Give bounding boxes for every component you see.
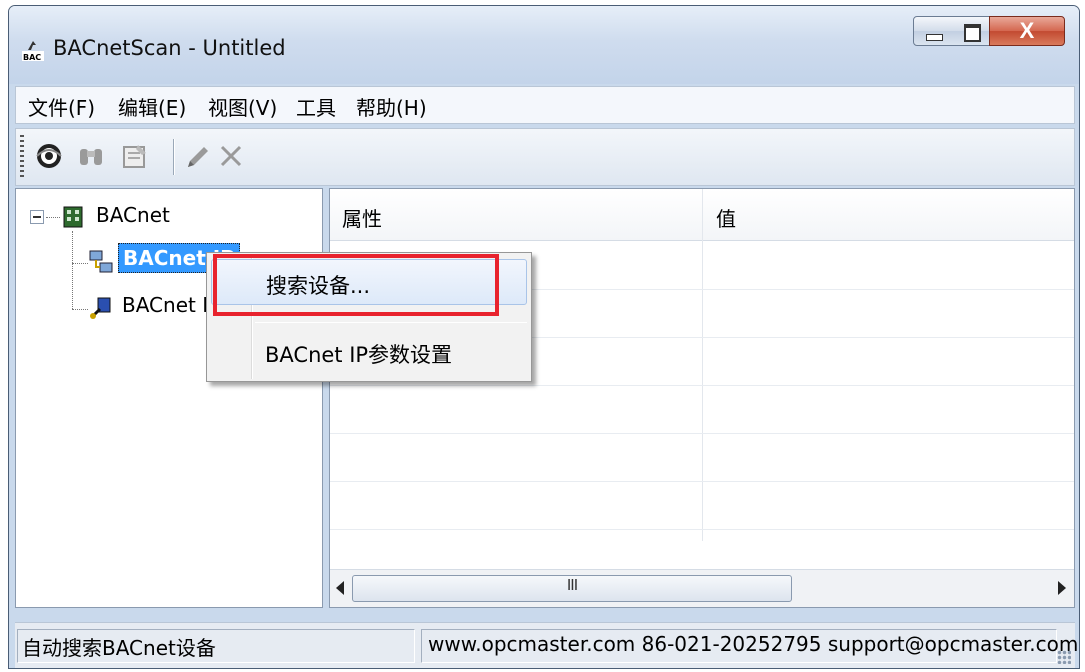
device-tree[interactable]: BACnet BACnet IP BACnet I: [15, 188, 323, 608]
tree-node-label: BACnet I: [122, 293, 209, 317]
scrollbar-grip: III: [566, 576, 578, 594]
toolbar: [15, 128, 1075, 186]
app-window: BAC BACnetScan - Untitled X 文件(F) 编辑(E) …: [8, 5, 1080, 669]
contact-info: www.opcmaster.com 86-021-20252795 suppor…: [428, 632, 1079, 656]
binoculars-icon[interactable]: [76, 141, 106, 171]
toolbar-grip-icon[interactable]: [20, 135, 24, 179]
tree-node-label: BACnet: [96, 203, 170, 227]
scan-eye-icon[interactable]: [34, 141, 64, 171]
horizontal-scrollbar[interactable]: III: [330, 569, 1074, 607]
column-header-value[interactable]: 值: [716, 203, 736, 232]
status-bar: 自动搜索BACnet设备 www.opcmaster.com 86-021-20…: [15, 622, 1078, 668]
menu-file[interactable]: 文件(F): [28, 92, 95, 121]
tree-line: [72, 263, 88, 264]
delete-x-icon[interactable]: [216, 141, 246, 171]
properties-icon[interactable]: [120, 141, 150, 171]
resize-grip-icon[interactable]: [1057, 650, 1071, 664]
tree-line: [72, 231, 73, 309]
status-panel-left: 自动搜索BACnet设备: [17, 629, 415, 663]
menu-help[interactable]: 帮助(H): [356, 92, 427, 121]
building-icon: [63, 206, 83, 228]
scrollbar-thumb[interactable]: III: [352, 575, 792, 602]
window-title: BACnetScan - Untitled: [53, 36, 286, 60]
collapse-icon[interactable]: [30, 210, 44, 224]
scroll-right-icon[interactable]: [1058, 581, 1066, 595]
pen-icon[interactable]: [182, 141, 212, 171]
toolbar-separator: [173, 139, 175, 175]
menu-bar: 文件(F) 编辑(E) 视图(V) 工具 帮助(H): [15, 86, 1075, 124]
status-panel-right: www.opcmaster.com 86-021-20252795 suppor…: [421, 629, 1078, 663]
tree-line: [46, 217, 60, 218]
status-text: 自动搜索BACnet设备: [22, 636, 216, 660]
table-row: [330, 481, 1074, 482]
column-divider[interactable]: [702, 189, 703, 541]
scroll-left-icon[interactable]: [336, 581, 344, 595]
table-row: [330, 433, 1074, 434]
annotation-highlight-box: [213, 254, 499, 316]
minimize-button[interactable]: [913, 16, 953, 46]
svg-text:BAC: BAC: [23, 53, 41, 61]
title-bar[interactable]: BAC BACnetScan - Untitled X: [9, 6, 1079, 84]
table-row: [330, 385, 1074, 386]
table-row: [330, 529, 1074, 530]
network-icon: [89, 250, 113, 273]
tree-line: [72, 309, 88, 310]
close-button[interactable]: X: [989, 16, 1065, 46]
bacnet-app-icon: BAC: [22, 41, 44, 61]
device-connector-icon: [90, 297, 111, 319]
menu-edit[interactable]: 编辑(E): [118, 92, 186, 121]
menu-item-bacnet-ip-settings[interactable]: BACnet IP参数设置: [211, 329, 527, 375]
close-icon: X: [1019, 18, 1035, 43]
property-list[interactable]: 属性 值 III: [329, 188, 1075, 608]
menu-item-label: BACnet IP参数设置: [265, 343, 453, 367]
menu-view[interactable]: 视图(V): [208, 92, 277, 121]
maximize-button[interactable]: [952, 16, 990, 46]
column-header-property[interactable]: 属性: [342, 203, 382, 232]
context-menu-separator: [255, 322, 527, 323]
menu-tools[interactable]: 工具: [296, 92, 336, 121]
